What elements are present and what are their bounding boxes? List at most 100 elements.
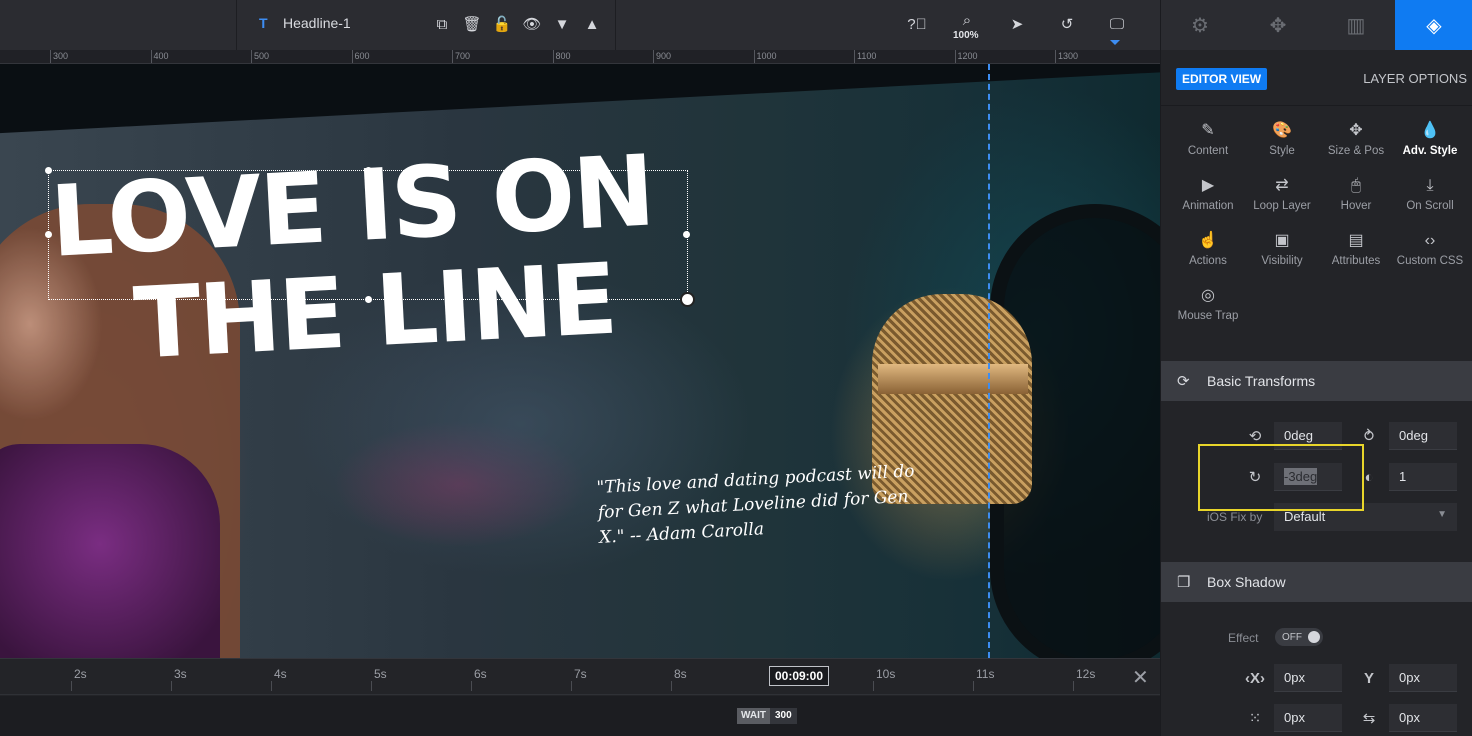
undo-icon[interactable]: ↺ <box>1056 13 1078 35</box>
active-device-indicator <box>1110 40 1120 45</box>
layer-options-link[interactable]: LAYER OPTIONS <box>1363 71 1467 86</box>
rotate-handle-icon[interactable] <box>680 292 695 307</box>
slides-layout-icon[interactable]: ▥ <box>1317 0 1395 50</box>
play-icon: ▶ <box>1201 177 1215 194</box>
timeline-label: 4s <box>274 667 287 681</box>
style-item-hover[interactable]: 🖱 Hover <box>1319 175 1393 220</box>
style-item-attributes[interactable]: ▤ Attributes <box>1319 230 1393 275</box>
drop-icon: 💧 <box>1420 122 1440 139</box>
timeline-tick <box>471 681 472 691</box>
panel-tabs: ⚙ ✥ ▥ ◈ <box>1161 0 1472 50</box>
help-icon[interactable]: ?⃝ <box>906 13 928 35</box>
resize-handle-right[interactable] <box>683 231 690 238</box>
rotation-y-input[interactable]: 0deg <box>1389 422 1457 450</box>
timeline-tick <box>71 681 72 691</box>
selection-box[interactable] <box>45 167 690 303</box>
basic-transforms-header[interactable]: ⟳ Basic Transforms <box>1161 361 1472 401</box>
wait-value: 300 <box>770 708 797 724</box>
box-shadow-header[interactable]: ❐ Box Shadow <box>1161 562 1472 602</box>
ruler-tick <box>251 50 252 63</box>
ruler-tick <box>552 50 554 63</box>
ruler-tick <box>854 50 855 63</box>
ruler-tick <box>753 50 755 63</box>
palette-icon: 🎨 <box>1272 122 1292 139</box>
timeline-tick <box>571 681 572 691</box>
ruler-tick <box>452 50 453 63</box>
style-item-loop-layer[interactable]: ⇄ Loop Layer <box>1245 175 1319 220</box>
target-icon: ◎ <box>1201 287 1215 304</box>
timeline-label: 3s <box>174 667 187 681</box>
style-item-adv-style[interactable]: 💧 Adv. Style <box>1393 120 1467 165</box>
resize-handle-left[interactable] <box>45 231 52 238</box>
style-item-on-scroll[interactable]: ⤓ On Scroll <box>1393 175 1467 220</box>
ruler-tick <box>653 50 654 63</box>
sequin-dress <box>0 444 220 658</box>
shadow-spread-input[interactable]: 0px <box>1389 704 1457 732</box>
move-arrows-icon: ✥ <box>1349 122 1363 139</box>
pencil-icon: ✎ <box>1201 122 1215 139</box>
zoom-level[interactable]: 100% <box>953 30 979 41</box>
toggle-knob <box>1308 631 1320 643</box>
layer-name[interactable]: Headline-1 <box>283 15 351 31</box>
ruler-tick <box>954 50 956 63</box>
style-item-size-pos[interactable]: ✥ Size & Pos <box>1319 120 1393 165</box>
settings-gear-icon[interactable]: ⚙ <box>1161 0 1239 50</box>
move-down-icon[interactable]: ▼ <box>551 13 573 35</box>
style-item-custom-css[interactable]: ‹› Custom CSS <box>1393 230 1467 275</box>
visibility-eye-icon[interactable]: 👁 <box>521 13 543 35</box>
timeline: 2s 3s 4s 5s 6s 7s 8s 10s 11s 12s 00:09:00 ✕ WAIT … <box>0 658 1160 736</box>
style-item-content[interactable]: ✎ Content <box>1171 120 1245 165</box>
shadow-blur-input[interactable]: 0px <box>1274 704 1342 732</box>
ruler-label: 1200 <box>957 51 978 61</box>
ruler-label: 700 <box>455 51 471 61</box>
timeline-tick <box>1073 681 1074 691</box>
ios-fix-value: Default <box>1284 509 1326 524</box>
shadow-x-input[interactable]: 0px <box>1274 664 1342 692</box>
style-item-animation[interactable]: ▶ Animation <box>1171 175 1245 220</box>
ios-fix-label: iOS Fix by <box>1207 510 1263 524</box>
shadow-x-icon: ‹X› <box>1245 669 1265 687</box>
transform-icon: ⟳ <box>1177 373 1190 390</box>
timeline-layer-bar[interactable] <box>0 696 1160 736</box>
zoom-icon[interactable]: ⌕ <box>956 9 978 31</box>
ruler-tick <box>351 50 353 63</box>
style-item-style[interactable]: 🎨 Style <box>1245 120 1319 165</box>
ruler-label: 1300 <box>1058 51 1079 61</box>
chevron-down-icon: ▼ <box>1437 509 1447 520</box>
style-item-actions[interactable]: ☝ Actions <box>1171 230 1245 275</box>
style-item-visibility[interactable]: ▣ Visibility <box>1245 230 1319 275</box>
navigation-icon[interactable]: ✥ <box>1239 0 1317 50</box>
delete-icon[interactable]: 🗑 <box>461 13 483 35</box>
timeline-label: 2s <box>74 667 87 681</box>
desktop-icon[interactable]: 🖵 <box>1106 13 1128 35</box>
effect-toggle[interactable]: OFF <box>1275 628 1323 646</box>
layers-icon[interactable]: ◈ <box>1395 0 1472 50</box>
style-item-mouse-trap[interactable]: ◎ Mouse Trap <box>1171 285 1245 330</box>
loop-icon: ⇄ <box>1275 177 1289 194</box>
slide-canvas[interactable]: LOVE IS ON THE LINE "This love and datin… <box>0 64 1160 658</box>
ruler-label: 1100 <box>857 51 877 61</box>
resize-handle-tl[interactable] <box>45 167 52 174</box>
timeline-label: 8s <box>674 667 687 681</box>
document-icon: ▤ <box>1348 232 1364 249</box>
timeline-label: 6s <box>474 667 487 681</box>
timeline-ruler[interactable]: 2s 3s 4s 5s 6s 7s 8s 10s 11s 12s <box>0 659 1160 695</box>
layer-title-box: T Headline-1 ⧉ 🗑 🔓 👁 ▼ ▲ <box>236 0 616 50</box>
editor-view-button[interactable]: EDITOR VIEW <box>1176 68 1268 90</box>
timeline-current-time[interactable]: 00:09:00 <box>769 666 829 686</box>
slider-editor-app: T Headline-1 ⧉ 🗑 🔓 👁 ▼ ▲ ?⃝ ⌕ 100% ➤ ↺ 🖵… <box>0 0 1472 736</box>
timeline-tick <box>171 681 172 691</box>
shadow-y-input[interactable]: 0px <box>1389 664 1457 692</box>
close-icon[interactable]: ✕ <box>1132 665 1149 690</box>
cursor-icon[interactable]: ➤ <box>1006 13 1028 35</box>
move-up-icon[interactable]: ▲ <box>581 13 603 35</box>
wait-badge[interactable]: WAIT 300 <box>737 708 797 724</box>
lock-icon[interactable]: 🔓 <box>491 13 513 35</box>
resize-handle-top[interactable] <box>365 167 372 174</box>
resize-handle-bottom[interactable] <box>365 296 372 303</box>
horizontal-ruler: 300 400 500 600 700 800 900 1000 1100 1200 1300 <box>0 50 1160 64</box>
guide-line[interactable] <box>988 64 990 658</box>
effect-label: Effect <box>1228 631 1259 645</box>
opacity-input[interactable]: 1 <box>1389 463 1457 491</box>
duplicate-icon[interactable]: ⧉ <box>431 13 453 35</box>
